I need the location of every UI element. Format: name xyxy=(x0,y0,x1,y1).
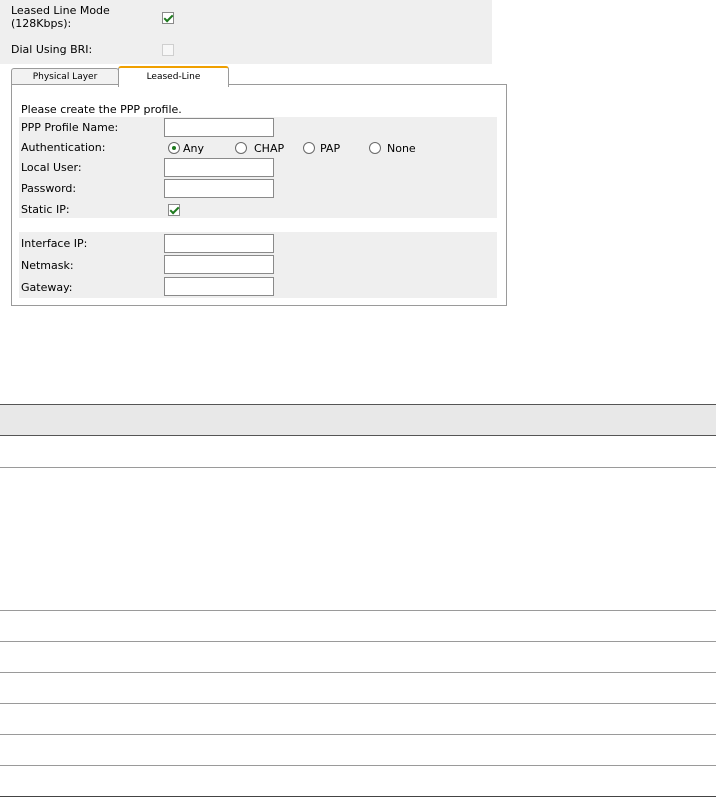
local-user-input[interactable] xyxy=(164,158,274,177)
netmask-label: Netmask: xyxy=(21,259,74,272)
table-row-divider xyxy=(0,672,716,673)
password-label: Password: xyxy=(21,182,77,195)
dial-using-bri-label: Dial Using BRI: xyxy=(11,43,93,56)
tab-leased-line[interactable]: Leased-Line xyxy=(118,66,229,87)
auth-none-label: None xyxy=(387,142,416,155)
table-row-divider xyxy=(0,467,716,468)
interface-ip-label: Interface IP: xyxy=(21,237,88,250)
ppp-profile-name-label: PPP Profile Name: xyxy=(21,121,119,134)
auth-pap-label: PAP xyxy=(320,142,341,155)
ppp-profile-name-input[interactable] xyxy=(164,118,274,137)
static-ip-label: Static IP: xyxy=(21,203,70,216)
netmask-input[interactable] xyxy=(164,255,274,274)
form-intro-text: Please create the PPP profile. xyxy=(21,103,182,116)
table-row-divider xyxy=(0,734,716,735)
interface-ip-input[interactable] xyxy=(164,234,274,253)
auth-any-label: Any xyxy=(183,142,205,155)
leased-line-mode-label: Leased Line Mode xyxy=(11,4,110,17)
table-row-divider xyxy=(0,703,716,704)
table-header-row xyxy=(0,404,716,436)
leased-line-mode-checkbox[interactable] xyxy=(162,12,174,24)
password-input[interactable] xyxy=(164,179,274,198)
auth-any-radio[interactable] xyxy=(168,142,180,154)
static-ip-checkbox[interactable] xyxy=(168,204,180,216)
local-user-label: Local User: xyxy=(21,161,82,174)
auth-chap-radio[interactable] xyxy=(235,142,247,154)
dial-using-bri-checkbox[interactable] xyxy=(162,44,174,56)
table-row-divider xyxy=(0,641,716,642)
table-row-divider xyxy=(0,765,716,766)
auth-pap-radio[interactable] xyxy=(303,142,315,154)
leased-line-mode-label-rate: (128Kbps): xyxy=(11,17,72,30)
gateway-label: Gateway: xyxy=(21,281,73,294)
gateway-input[interactable] xyxy=(164,277,274,296)
auth-chap-label: CHAP xyxy=(254,142,285,155)
table-row-divider xyxy=(0,610,716,611)
auth-none-radio[interactable] xyxy=(369,142,381,154)
authentication-label: Authentication: xyxy=(21,141,106,154)
